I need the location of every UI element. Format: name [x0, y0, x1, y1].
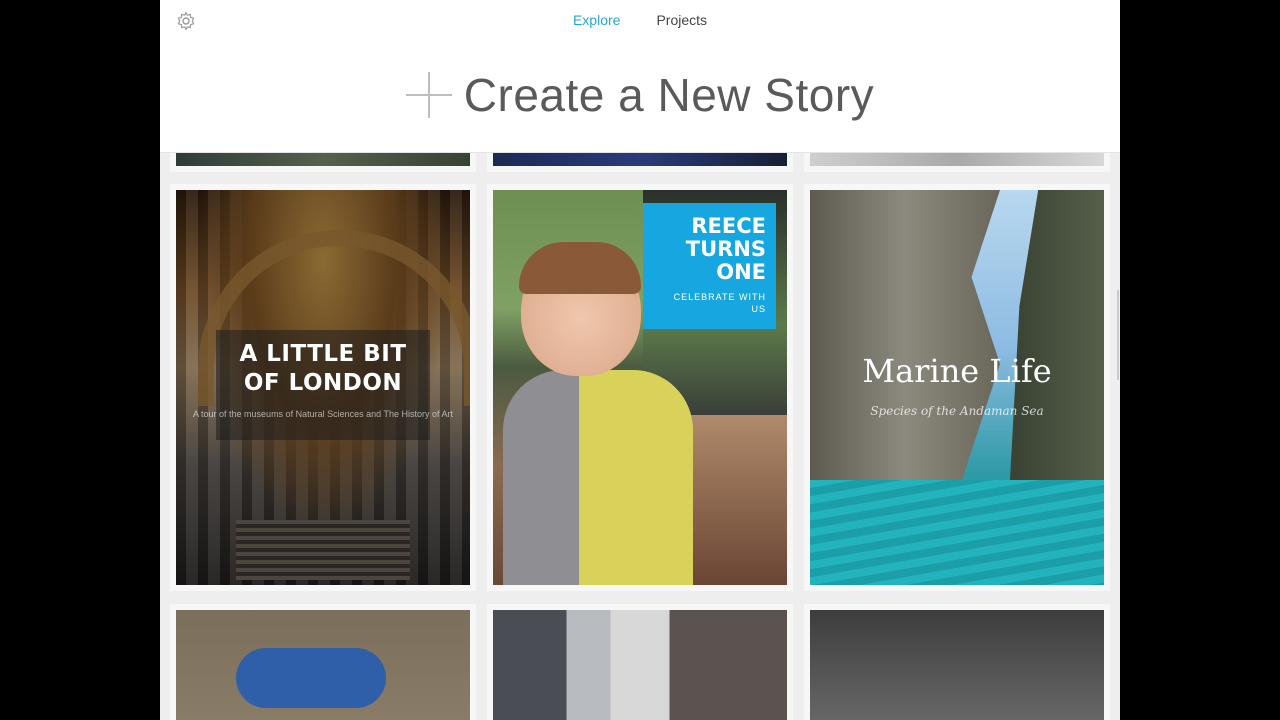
- top-bar: Explore Projects Create a New Story: [160, 0, 1120, 153]
- story-subtitle: Species of the Andaman Sea: [870, 404, 1044, 418]
- story-title: A LITTLE BIT OF LONDON: [239, 341, 407, 396]
- create-new-story-button[interactable]: Create a New Story: [160, 68, 1120, 122]
- tab-projects[interactable]: Projects: [656, 12, 707, 28]
- story-subtitle: A tour of the museums of Natural Science…: [193, 409, 453, 419]
- plus-icon: [405, 72, 452, 118]
- story-image-detail: [810, 480, 1104, 585]
- story-title: REECE TURNS ONE: [685, 214, 766, 284]
- story-card-london[interactable]: A LITTLE BIT OF LONDON A tour of the muse…: [176, 190, 470, 585]
- story-card[interactable]: [810, 610, 1104, 720]
- top-tabs: Explore Projects: [160, 12, 1120, 28]
- story-image-detail: [503, 370, 693, 585]
- story-title: Marine Life: [862, 352, 1052, 390]
- story-image-detail: [236, 520, 410, 580]
- story-subtitle: CELEBRATE WITH US: [673, 292, 766, 314]
- story-image: [810, 190, 1000, 480]
- app-window: Explore Projects Create a New Story A LI…: [160, 0, 1120, 720]
- tab-explore[interactable]: Explore: [573, 12, 620, 28]
- story-card[interactable]: [176, 610, 470, 720]
- scrollbar[interactable]: [1117, 290, 1119, 380]
- story-card-marine[interactable]: Marine Life Species of the Andaman Sea: [810, 190, 1104, 585]
- story-title-badge: REECE TURNS ONE CELEBRATE WITH US: [643, 203, 776, 329]
- story-card-reece[interactable]: REECE TURNS ONE CELEBRATE WITH US: [493, 190, 787, 585]
- create-new-story-label: Create a New Story: [463, 69, 875, 121]
- story-card[interactable]: [493, 610, 787, 720]
- story-image-detail: [1010, 190, 1104, 480]
- story-image: [236, 648, 386, 708]
- story-image-detail: [519, 242, 641, 294]
